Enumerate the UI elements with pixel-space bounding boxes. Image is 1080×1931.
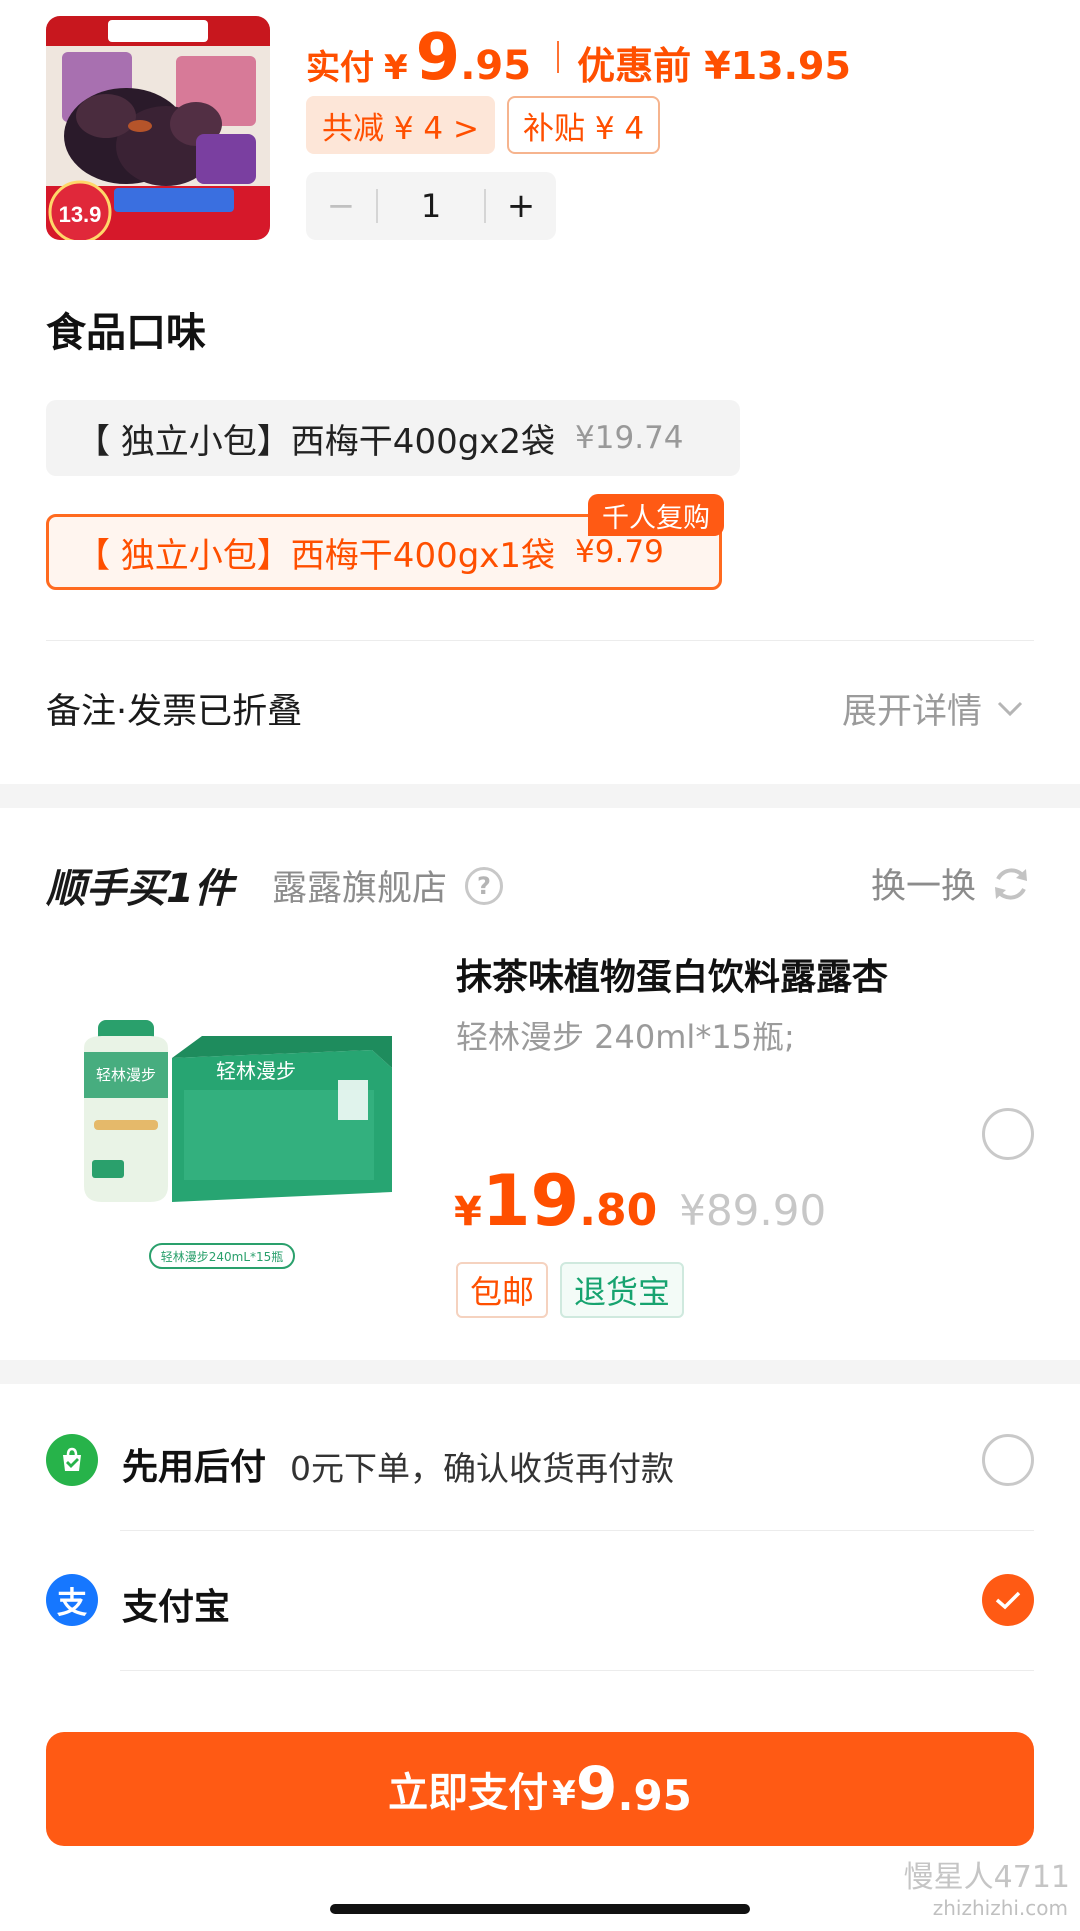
help-icon[interactable]: ? <box>465 866 504 905</box>
subsidy-tag: 补贴 ¥ 4 <box>506 96 661 154</box>
lulu-drink-image: 轻林漫步 轻林漫步 轻林漫步240mL*15瓶 <box>46 940 416 1300</box>
price-decimal: .80 <box>579 1185 658 1236</box>
flavor-option-label: 【 独立小包】西梅干400gx1袋 <box>76 535 556 576</box>
currency-symbol: ¥ <box>552 1774 576 1814</box>
bottle-brand-text: 轻林漫步 <box>96 1066 156 1084</box>
divider <box>120 1670 1034 1671</box>
paid-price-line: 实付 ¥ 9 .95 优惠前 ¥13.95 <box>306 21 851 95</box>
original-price: ¥89.90 <box>679 1186 827 1235</box>
addon-price: ¥ 19 .80 ¥89.90 <box>454 1166 826 1236</box>
section-separator <box>0 784 1080 808</box>
quantity-value[interactable]: 1 <box>378 187 484 225</box>
flavor-option-2-bags[interactable]: 【 独立小包】西梅干400gx2袋 ¥19.74 <box>46 400 740 476</box>
alipay-icon: 支 <box>46 1574 98 1626</box>
home-indicator[interactable] <box>330 1904 750 1914</box>
price-integer: 9 <box>575 1754 618 1824</box>
addon-product-image[interactable]: 轻林漫步 轻林漫步 轻林漫步240mL*15瓶 <box>46 940 416 1300</box>
addon-tags: 包邮 退货宝 <box>456 1262 685 1318</box>
chevron-down-icon <box>997 701 1023 716</box>
expand-details-label: 展开详情 <box>841 692 982 732</box>
addon-product-spec: 轻林漫步 240ml*15瓶; <box>456 1018 795 1056</box>
swap-button[interactable]: 换一换 <box>871 858 1032 909</box>
price-integer: 9 <box>415 21 461 95</box>
remark-invoice-label: 备注·发票已折叠 <box>46 692 303 732</box>
return-insurance-tag: 退货宝 <box>560 1262 685 1318</box>
increase-button[interactable]: + <box>486 186 556 226</box>
watermark-text: 慢星人4711 <box>903 1860 1070 1895</box>
flavor-option-price: ¥9.79 <box>575 534 664 570</box>
alipay-name: 支付宝 <box>122 1587 231 1628</box>
svg-text:13.9: 13.9 <box>59 202 102 227</box>
pay-later-radio[interactable] <box>982 1434 1034 1486</box>
quantity-stepper: − 1 + <box>306 172 556 240</box>
refresh-icon <box>995 867 1027 900</box>
price-integer: 19 <box>481 1160 580 1242</box>
shopping-bag-check-icon <box>63 1447 81 1471</box>
watermark-site: zhizhizhi.com <box>932 1896 1068 1920</box>
paid-label: 实付 <box>306 48 374 88</box>
pay-later-description: 0元下单，确认收货再付款 <box>290 1449 674 1488</box>
divider <box>120 1530 1034 1531</box>
decrease-button[interactable]: − <box>306 186 376 226</box>
section-separator <box>0 1360 1080 1384</box>
original-price: 优惠前 ¥13.95 <box>577 44 851 88</box>
price-decimal: .95 <box>617 1770 692 1820</box>
alipay-radio-selected[interactable] <box>982 1574 1034 1626</box>
free-shipping-tag: 包邮 <box>456 1262 549 1318</box>
box-brand-text: 轻林漫步 <box>216 1059 296 1083</box>
prune-product-image: 13.9 <box>46 16 270 240</box>
expand-details-button[interactable]: 展开详情 <box>842 683 1024 734</box>
pay-now-button[interactable]: 立即支付 ¥ 9 .95 <box>46 1732 1034 1846</box>
addon-select-radio[interactable] <box>982 1108 1034 1160</box>
pay-now-label: 立即支付 <box>388 1770 549 1816</box>
product-thumbnail[interactable]: 13.9 <box>46 16 270 240</box>
divider <box>46 640 1034 641</box>
currency-symbol: ¥ <box>454 1189 482 1235</box>
store-name: 露露旗舰店 <box>272 869 448 909</box>
discount-tags: 共减 ¥ 4 > 补贴 ¥ 4 <box>306 96 661 154</box>
flavor-option-price: ¥19.74 <box>575 420 684 456</box>
addon-store-name: 露露旗舰店 ? <box>272 860 504 911</box>
buy-now-pay-later-icon <box>46 1434 98 1486</box>
price-decimal: .95 <box>460 43 532 89</box>
addon-section-title: 顺手买1件 <box>46 866 234 912</box>
total-discount-button[interactable]: 共减 ¥ 4 > <box>306 96 495 154</box>
swap-label: 换一换 <box>870 867 976 907</box>
currency-symbol: ¥ <box>384 48 408 88</box>
repurchase-badge: 千人复购 <box>588 494 724 536</box>
addon-product-name[interactable]: 抹茶味植物蛋白饮料露露杏 <box>456 948 888 1000</box>
price-divider <box>557 41 560 73</box>
image-caption: 轻林漫步240mL*15瓶 <box>161 1250 284 1264</box>
pay-later-name: 先用后付 <box>122 1447 267 1488</box>
flavor-section-title: 食品口味 <box>46 310 206 356</box>
checkmark-icon <box>995 1591 1021 1610</box>
flavor-option-label: 【 独立小包】西梅干400gx2袋 <box>76 421 556 462</box>
